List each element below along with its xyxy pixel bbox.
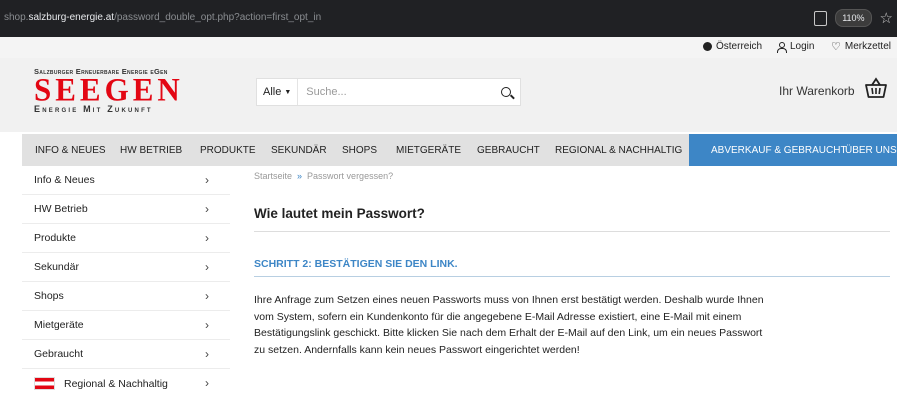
logo-brand: SEEGEN <box>34 71 184 108</box>
heart-icon: ♡ <box>831 40 841 53</box>
chevron-right-icon: › <box>205 318 209 332</box>
info-paragraph: Ihre Anfrage zum Setzen eines neuen Pass… <box>254 294 764 356</box>
wishlist-label: Merkzettel <box>844 41 891 52</box>
nav-item-sekundaer[interactable]: SEKUNDÄR <box>271 134 327 166</box>
sidebar-item-label: Shops <box>34 290 64 302</box>
site-header: Salzburger Erneuerbare Energie eGen SEEG… <box>0 58 897 132</box>
sidebar-item-label: Gebraucht <box>34 348 84 360</box>
sidebar-item-label: Sekundär <box>34 261 79 273</box>
search-input[interactable] <box>298 79 494 105</box>
nav-item-mietgeraete[interactable]: MIETGERÄTE <box>396 134 461 166</box>
main-navigation: INFO & NEUES HW BETRIEB PRODUKTE SEKUNDÄ… <box>22 134 897 166</box>
austria-flag-icon <box>34 377 55 390</box>
nav-item-gebraucht[interactable]: GEBRAUCHT <box>477 134 540 166</box>
search-category-label: Alle <box>263 86 282 98</box>
user-icon <box>776 41 787 53</box>
breadcrumb-home[interactable]: Startseite <box>254 171 292 181</box>
zoom-level-badge[interactable]: 110% <box>835 9 872 27</box>
search-icon[interactable] <box>494 79 520 105</box>
top-utility-bar: Österreich Login ♡ Merkzettel <box>0 37 897 58</box>
globe-icon <box>703 42 712 51</box>
chevron-right-icon: › <box>205 376 209 390</box>
chevron-right-icon: › <box>205 347 209 361</box>
step-divider <box>254 276 890 277</box>
sidebar-item-regional-nachhaltig[interactable]: Regional & Nachhaltig › <box>22 369 230 398</box>
caret-down-icon: ▼ <box>284 88 292 96</box>
sidebar-item-sekundaer[interactable]: Sekundär › <box>22 253 230 282</box>
nav-item-info-neues[interactable]: INFO & NEUES <box>35 134 106 166</box>
sidebar-item-label: Info & Neues <box>34 174 95 186</box>
chevron-right-icon: › <box>205 260 209 274</box>
reader-mode-icon[interactable] <box>814 10 828 26</box>
chevron-right-icon: › <box>205 231 209 245</box>
bookmark-star-icon[interactable]: ☆ <box>880 11 893 26</box>
sidebar-item-shops[interactable]: Shops › <box>22 282 230 311</box>
browser-url-bar: shop.salzburg-energie.at/password_double… <box>0 0 897 37</box>
sidebar-item-hw-betrieb[interactable]: HW Betrieb › <box>22 195 230 224</box>
nav-item-ueber-uns[interactable]: ÜBER UNS <box>845 134 897 166</box>
sidebar-item-produkte[interactable]: Produkte › <box>22 224 230 253</box>
step-heading: SCHRITT 2: BESTÄTIGEN SIE DEN LINK. <box>254 258 458 270</box>
login-link[interactable]: Login <box>776 41 815 53</box>
nav-item-produkte[interactable]: PRODUKTE <box>200 134 256 166</box>
nav-item-shops[interactable]: SHOPS <box>342 134 377 166</box>
sidebar-item-label: HW Betrieb <box>34 203 88 215</box>
nav-item-hw-betrieb[interactable]: HW BETRIEB <box>120 134 182 166</box>
basket-icon[interactable] <box>864 76 888 100</box>
site-logo[interactable]: Salzburger Erneuerbare Energie eGen SEEG… <box>34 67 234 117</box>
sidebar-item-info-neues[interactable]: Info & Neues › <box>22 166 230 195</box>
breadcrumb: Startseite » Passwort vergessen? <box>254 171 393 181</box>
sidebar-item-gebraucht[interactable]: Gebraucht › <box>22 340 230 369</box>
sidebar-item-mietgeraete[interactable]: Mietgeräte › <box>22 311 230 340</box>
country-label: Österreich <box>716 41 763 52</box>
category-sidebar: Info & Neues › HW Betrieb › Produkte › S… <box>22 166 230 390</box>
sidebar-item-label: Produkte <box>34 232 77 244</box>
search-bar: Alle ▼ <box>256 78 521 106</box>
wishlist-link[interactable]: ♡ Merkzettel <box>831 41 891 52</box>
country-selector[interactable]: Österreich <box>703 41 762 52</box>
nav-item-abverkauf-gebraucht[interactable]: ABVERKAUF & GEBRAUCHT <box>711 134 847 166</box>
title-divider <box>254 231 890 232</box>
search-category-dropdown[interactable]: Alle ▼ <box>257 79 299 105</box>
chevron-right-icon: › <box>205 289 209 303</box>
main-content: Startseite » Passwort vergessen? Wie laute… <box>240 166 890 390</box>
page-title: Wie lautet mein Passwort? <box>254 206 425 221</box>
chevron-right-icon: › <box>205 202 209 216</box>
url-field[interactable]: shop.salzburg-energie.at/password_double… <box>4 12 321 23</box>
sidebar-item-label: Regional & Nachhaltig <box>64 377 168 390</box>
breadcrumb-current: Passwort vergessen? <box>307 171 394 181</box>
chevron-right-icon: › <box>205 173 209 187</box>
sidebar-item-label: Mietgeräte <box>34 319 84 331</box>
login-label: Login <box>790 41 815 52</box>
cart-label[interactable]: Ihr Warenkorb <box>779 84 855 98</box>
nav-item-regional-nachhaltig[interactable]: REGIONAL & NACHHALTIG <box>555 134 682 166</box>
breadcrumb-separator: » <box>297 171 303 181</box>
